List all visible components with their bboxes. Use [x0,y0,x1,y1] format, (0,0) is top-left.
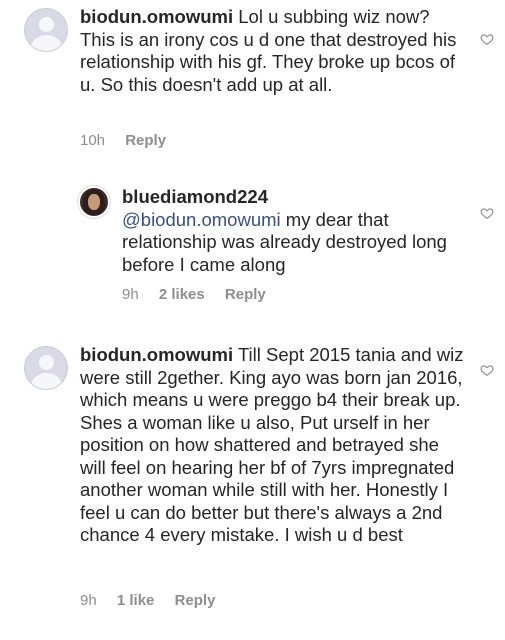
default-avatar-icon [39,355,54,370]
comment-timestamp: 9h [122,286,139,303]
avatar[interactable] [24,346,68,390]
likes-count[interactable]: 1 like [117,592,155,609]
comment-meta: 9h 2 likes Reply [122,286,282,303]
reply-button[interactable]: Reply [175,592,216,609]
comment-meta: 9h 1 like Reply [80,592,231,609]
heart-outline-icon[interactable] [480,363,494,377]
avatar[interactable] [24,8,68,52]
mention-link[interactable]: @biodun.omowumi [122,209,281,230]
comment-body: bluediamond224 @biodun.omowumi my dear t… [122,186,452,276]
comment-text: Till Sept 2015 tania and wiz were still … [80,344,464,545]
default-avatar-icon [39,17,54,32]
comment-username[interactable]: bluediamond224 [122,186,452,209]
likes-count[interactable]: 2 likes [159,286,205,303]
comment-body: biodun.omowumi Lol u subbing wiz now? Th… [80,6,465,96]
heart-outline-icon[interactable] [480,32,494,46]
reply-button[interactable]: Reply [225,286,266,303]
avatar[interactable] [78,186,110,218]
comment-meta: 10h Reply [80,132,182,149]
comment-username[interactable]: biodun.omowumi [80,344,233,365]
comment-username[interactable]: biodun.omowumi [80,6,233,27]
comment-body: biodun.omowumi Till Sept 2015 tania and … [80,344,465,547]
heart-outline-icon[interactable] [480,206,494,220]
reply-button[interactable]: Reply [125,132,166,149]
comment-timestamp: 9h [80,592,97,609]
comment-timestamp: 10h [80,132,106,149]
